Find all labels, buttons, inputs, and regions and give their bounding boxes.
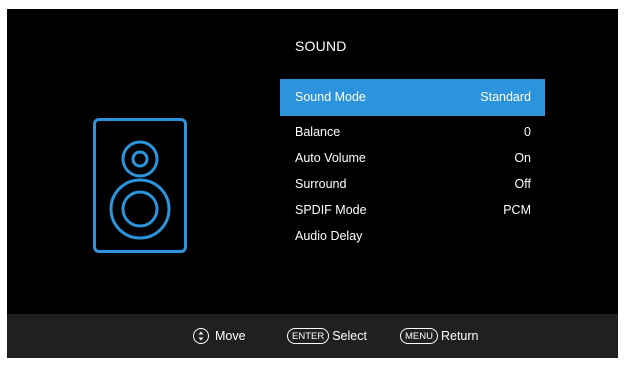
menu-key-icon: MENU — [400, 328, 438, 344]
menu-item-value: 0 — [524, 125, 531, 139]
menu-item-spdif-mode[interactable]: SPDIF Mode PCM — [280, 197, 545, 223]
menu-item-value: Off — [514, 177, 531, 191]
menu-item-label: Balance — [295, 125, 341, 139]
return-label: Return — [440, 329, 479, 343]
select-hint: ENTER Select — [287, 314, 367, 358]
menu-item-sound-mode[interactable]: Sound Mode Standard — [280, 79, 545, 116]
menu-item-auto-volume[interactable]: Auto Volume On — [280, 145, 545, 171]
menu-item-label: Sound Mode — [295, 90, 366, 104]
menu-item-label: Surround — [295, 177, 347, 191]
speaker-icon — [93, 118, 187, 253]
menu-item-label: Audio Delay — [295, 229, 363, 243]
up-down-arrows-icon — [193, 328, 209, 344]
menu-item-label: SPDIF Mode — [295, 203, 367, 217]
menu-item-value: On — [514, 151, 531, 165]
menu-item-balance[interactable]: Balance 0 — [280, 119, 545, 145]
move-label: Move — [215, 329, 246, 343]
menu-item-surround[interactable]: Surround Off — [280, 171, 545, 197]
return-hint: MENU Return — [400, 314, 479, 358]
help-bar: Move ENTER Select MENU Return — [7, 314, 618, 358]
menu-item-value: PCM — [503, 203, 531, 217]
enter-key-icon: ENTER — [287, 328, 330, 344]
sound-menu: Sound Mode Standard Balance 0 Auto Volum… — [280, 79, 545, 249]
menu-title: SOUND — [295, 38, 347, 54]
select-label: Select — [332, 329, 367, 343]
menu-item-label: Auto Volume — [295, 151, 366, 165]
tv-osd-screen: SOUND Sound Mode Standard Balance 0 Auto… — [7, 9, 618, 358]
menu-item-audio-delay[interactable]: Audio Delay — [280, 223, 545, 249]
menu-item-value: Standard — [480, 90, 531, 104]
move-hint: Move — [193, 314, 246, 358]
